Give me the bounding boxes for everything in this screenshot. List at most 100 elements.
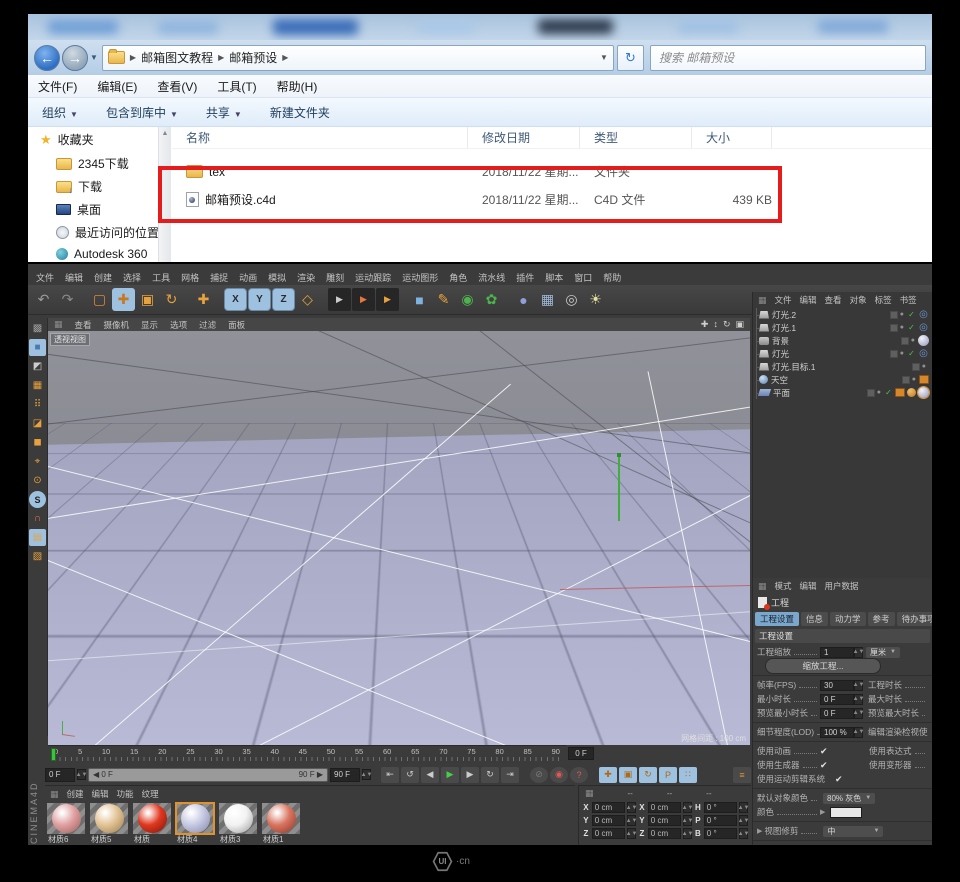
menu-item[interactable]: 插件 bbox=[516, 271, 534, 284]
workplane-mode-icon[interactable]: ▧ bbox=[29, 548, 46, 565]
position-input[interactable]: 0 cm bbox=[592, 828, 625, 839]
add-deformer-icon[interactable]: ✿ bbox=[480, 288, 503, 311]
fps-input[interactable]: 30 bbox=[820, 680, 854, 691]
rotate-view-icon[interactable]: ↻ bbox=[723, 319, 731, 330]
object-row[interactable]: 灯光 ● bbox=[753, 347, 932, 360]
object-tag-icon[interactable] bbox=[918, 387, 929, 398]
material-thumbnail[interactable] bbox=[176, 803, 214, 834]
material-item[interactable]: 材质3 bbox=[219, 803, 259, 845]
scale-project-button[interactable]: 缩放工程... bbox=[765, 658, 881, 674]
soft-selection-icon[interactable]: S bbox=[29, 491, 46, 508]
search-input[interactable]: 搜索 邮箱预设 bbox=[650, 45, 926, 71]
attr-menu-item[interactable]: 编辑 bbox=[800, 580, 817, 592]
use-motion-system-checkbox[interactable]: ✔ bbox=[835, 774, 879, 785]
scale-input[interactable]: 0 cm bbox=[648, 828, 681, 839]
rotation-input[interactable]: 0 ° bbox=[704, 828, 737, 839]
live-selection-icon[interactable]: ▢ bbox=[88, 288, 111, 311]
play-button[interactable]: ▶ bbox=[441, 767, 459, 783]
uv-mesh-icon[interactable]: ▦ bbox=[29, 377, 46, 394]
workplane-lock-icon[interactable]: ▤ bbox=[29, 529, 46, 546]
material-item[interactable]: 材质1 bbox=[262, 803, 302, 845]
menu-item[interactable]: 工具(T) bbox=[217, 78, 256, 95]
attribute-tab[interactable]: 参考 bbox=[868, 612, 895, 626]
attribute-tab[interactable]: 工程设置 bbox=[755, 612, 799, 626]
object-tag-icon[interactable] bbox=[918, 322, 929, 333]
next-frame-button[interactable]: ▶ bbox=[461, 767, 479, 783]
points-mode-icon[interactable]: ⠿ bbox=[29, 396, 46, 413]
object-y-axis[interactable] bbox=[618, 455, 620, 521]
material-thumbnail[interactable] bbox=[90, 803, 128, 834]
end-frame-input[interactable]: 90 F bbox=[330, 768, 360, 782]
history-icon[interactable]: ▩ bbox=[29, 320, 46, 337]
visibility-dots-icon[interactable]: ● bbox=[900, 324, 905, 331]
object-row[interactable]: 灯光.1 ● bbox=[753, 321, 932, 334]
menu-item[interactable]: 动画 bbox=[239, 271, 257, 284]
object-row[interactable]: 灯光.2 ● bbox=[753, 308, 932, 321]
sidebar-item[interactable]: 下载 bbox=[28, 175, 158, 198]
object-tag-icon[interactable] bbox=[919, 375, 929, 384]
add-camera-icon[interactable]: ◎ bbox=[560, 288, 583, 311]
next-key-button[interactable]: ↻ bbox=[481, 767, 499, 783]
lock-z-icon[interactable]: Z bbox=[272, 288, 295, 311]
scale-input[interactable]: 0 cm bbox=[648, 802, 681, 813]
breadcrumb[interactable]: ▶ 邮箱图文教程 ▶ 邮箱预设 ▶ ▼ bbox=[102, 45, 614, 71]
material-item[interactable]: 材质6 bbox=[47, 803, 87, 845]
material-menu-item[interactable]: 功能 bbox=[117, 788, 134, 800]
pan-view-icon[interactable]: ✚ bbox=[701, 319, 709, 330]
menu-item[interactable]: 工具 bbox=[152, 271, 170, 284]
object-tag-icon[interactable] bbox=[907, 349, 916, 358]
object-tag-icon[interactable] bbox=[918, 335, 929, 346]
menu-item[interactable]: 脚本 bbox=[545, 271, 563, 284]
om-menu-item[interactable]: 查看 bbox=[825, 294, 842, 306]
add-cube-icon[interactable]: ■ bbox=[408, 288, 431, 311]
visibility-dots-icon[interactable]: ● bbox=[911, 337, 916, 344]
material-thumbnail[interactable] bbox=[262, 803, 300, 834]
object-row[interactable]: 背景 ● bbox=[753, 334, 932, 347]
layer-square-icon[interactable] bbox=[912, 363, 920, 371]
attr-menu-item[interactable]: 模式 bbox=[775, 580, 792, 592]
menu-item[interactable]: 查看(V) bbox=[157, 78, 197, 95]
command-button[interactable]: 新建文件夹▼ bbox=[270, 104, 330, 121]
menu-item[interactable]: 模拟 bbox=[268, 271, 286, 284]
refresh-button[interactable]: ↻ bbox=[617, 45, 644, 71]
material-item[interactable]: 材质4 bbox=[176, 803, 216, 845]
menu-item[interactable]: 帮助 bbox=[603, 271, 621, 284]
visibility-dots-icon[interactable]: ● bbox=[900, 311, 905, 318]
attr-menu-item[interactable]: 用户数据 bbox=[825, 580, 859, 592]
om-menu-item[interactable]: 对象 bbox=[850, 294, 867, 306]
undo-icon[interactable]: ↶ bbox=[32, 288, 55, 311]
axis-mode-icon[interactable]: ⌖ bbox=[29, 453, 46, 470]
current-frame-box[interactable]: 0 F bbox=[568, 747, 594, 760]
object-tag-icon[interactable] bbox=[907, 323, 916, 332]
column-header-size[interactable]: 大小 bbox=[692, 127, 772, 148]
om-menu-item[interactable]: 编辑 bbox=[800, 294, 817, 306]
viewport[interactable]: ▦ 查看摄像机显示选项过滤面板 ✚↕↻▣ 透视视图 bbox=[48, 318, 750, 745]
expand-arrow-icon[interactable]: ▶ bbox=[820, 808, 825, 816]
command-button[interactable]: 共享▼ bbox=[206, 104, 242, 121]
rotation-input[interactable]: 0 ° bbox=[704, 815, 737, 826]
add-environment-icon[interactable]: ● bbox=[512, 288, 535, 311]
color-swatch[interactable] bbox=[830, 807, 862, 818]
address-dropdown-icon[interactable]: ▼ bbox=[600, 53, 608, 62]
menu-item[interactable]: 文件(F) bbox=[38, 78, 77, 95]
key-position-button[interactable]: ✚ bbox=[599, 767, 617, 783]
key-scale-button[interactable]: ▣ bbox=[619, 767, 637, 783]
menu-item[interactable]: 运动跟踪 bbox=[355, 271, 391, 284]
edges-mode-icon[interactable]: ◪ bbox=[29, 415, 46, 432]
attribute-tab[interactable]: 信息 bbox=[801, 612, 828, 626]
object-tag-icon[interactable] bbox=[895, 388, 905, 397]
prev-key-button[interactable]: ↺ bbox=[401, 767, 419, 783]
material-thumbnail[interactable] bbox=[133, 803, 171, 834]
visibility-dots-icon[interactable]: ● bbox=[877, 389, 882, 396]
add-generator-icon[interactable]: ◉ bbox=[456, 288, 479, 311]
current-frame-input[interactable]: 0 F bbox=[45, 768, 75, 782]
object-tag-icon[interactable] bbox=[918, 348, 929, 359]
column-header-date[interactable]: 修改日期 bbox=[468, 127, 580, 148]
layer-square-icon[interactable] bbox=[867, 389, 875, 397]
material-menu-item[interactable]: 纹理 bbox=[142, 788, 159, 800]
menu-item[interactable]: 雕刻 bbox=[326, 271, 344, 284]
layer-square-icon[interactable] bbox=[902, 376, 910, 384]
nav-history-dropdown-icon[interactable]: ▼ bbox=[90, 53, 98, 62]
viewport-canvas[interactable]: 透视视图 网格间距 : 100 cm bbox=[48, 331, 750, 745]
back-button[interactable]: ← bbox=[34, 45, 60, 71]
